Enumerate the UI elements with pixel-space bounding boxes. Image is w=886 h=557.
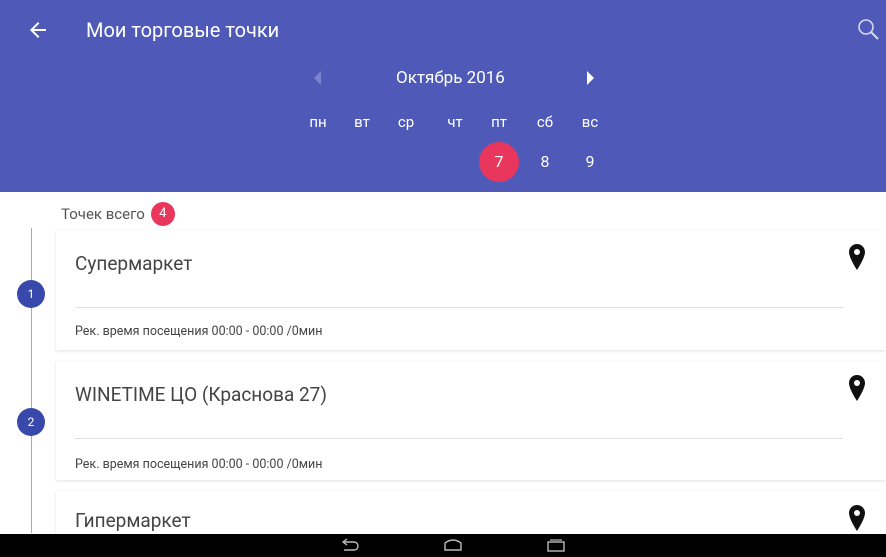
- card-divider: [75, 307, 843, 308]
- store-card[interactable]: WINETIME ЦО (Краснова 27) Рек. время пос…: [56, 361, 886, 480]
- weekday-label: вт: [354, 113, 370, 131]
- store-index-badge: 2: [17, 408, 45, 436]
- points-total-label: Точек всего: [61, 205, 145, 223]
- search-icon[interactable]: [856, 17, 880, 41]
- card-divider: [75, 438, 843, 439]
- weekday-label: сб: [536, 113, 554, 131]
- visit-time: Рек. время посещения 00:00 - 00:00 /0мин: [75, 324, 323, 339]
- nav-back-icon[interactable]: [340, 538, 360, 552]
- app-header: Мои торговые точки Октябрь 2016 пн вт ср…: [0, 0, 886, 192]
- timeline-line: [31, 228, 32, 533]
- next-month-icon[interactable]: [586, 70, 596, 86]
- store-name: Гипермаркет: [75, 509, 191, 532]
- visit-time: Рек. время посещения 00:00 - 00:00 /0мин: [75, 457, 323, 472]
- month-label: Октябрь 2016: [396, 68, 505, 88]
- store-name: Супермаркет: [75, 252, 193, 275]
- store-name: WINETIME ЦО (Краснова 27): [75, 383, 327, 406]
- location-pin-icon[interactable]: [848, 374, 866, 402]
- weekday-label: вс: [581, 113, 599, 131]
- store-index-badge: 1: [17, 280, 45, 308]
- points-count-badge: 4: [150, 202, 175, 226]
- day-cell[interactable]: 9: [570, 142, 610, 182]
- store-card[interactable]: Супермаркет Рек. время посещения 00:00 -…: [56, 230, 886, 350]
- back-arrow-icon[interactable]: [26, 18, 50, 42]
- day-cell[interactable]: 8: [525, 142, 565, 182]
- location-pin-icon[interactable]: [848, 243, 866, 271]
- store-card[interactable]: Гипермаркет: [56, 491, 886, 534]
- location-pin-icon[interactable]: [848, 504, 866, 532]
- system-nav-bar: [0, 534, 886, 557]
- weekday-row: пн вт ср чт пт сб вс: [0, 111, 886, 133]
- page-title: Мои торговые точки: [86, 18, 280, 42]
- month-selector: Октябрь 2016: [0, 64, 886, 92]
- nav-recents-icon[interactable]: [546, 538, 566, 552]
- weekday-label: ср: [397, 113, 415, 131]
- weekday-label: пн: [309, 113, 327, 131]
- points-summary: Точек всего 4: [61, 202, 175, 226]
- day-selected[interactable]: 7: [479, 142, 519, 182]
- weekday-label: пт: [491, 113, 507, 131]
- weekday-label: чт: [447, 113, 463, 131]
- day-row: 7 8 9: [0, 142, 886, 182]
- nav-home-icon[interactable]: [442, 538, 464, 552]
- prev-month-icon: [314, 71, 321, 85]
